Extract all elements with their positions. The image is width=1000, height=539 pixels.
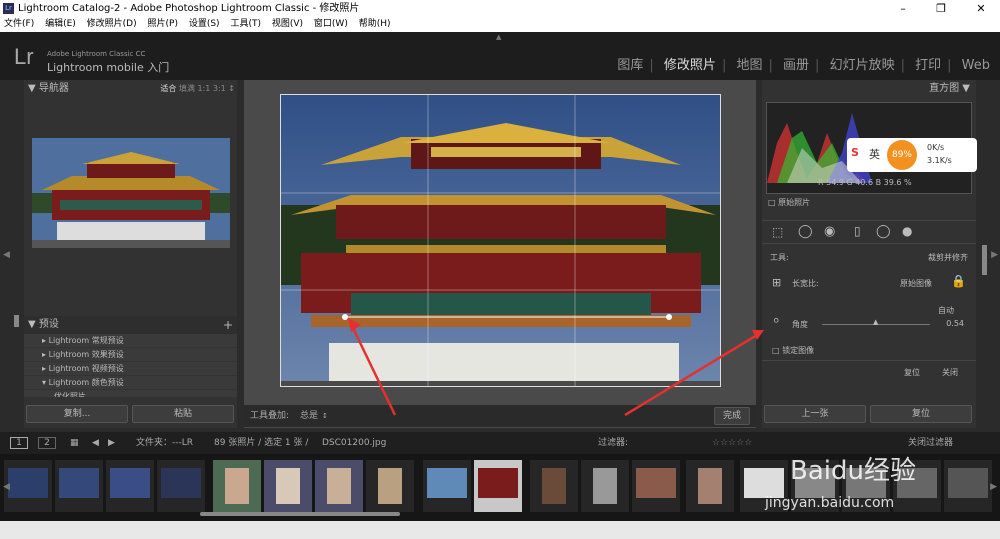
watermark-url: jingyan.baidu.com [765,495,895,511]
red-arrow [350,325,397,416]
watermark-logo: Baidu经验 [790,456,916,486]
red-arrow-head [752,330,764,340]
red-arrow [624,333,758,417]
